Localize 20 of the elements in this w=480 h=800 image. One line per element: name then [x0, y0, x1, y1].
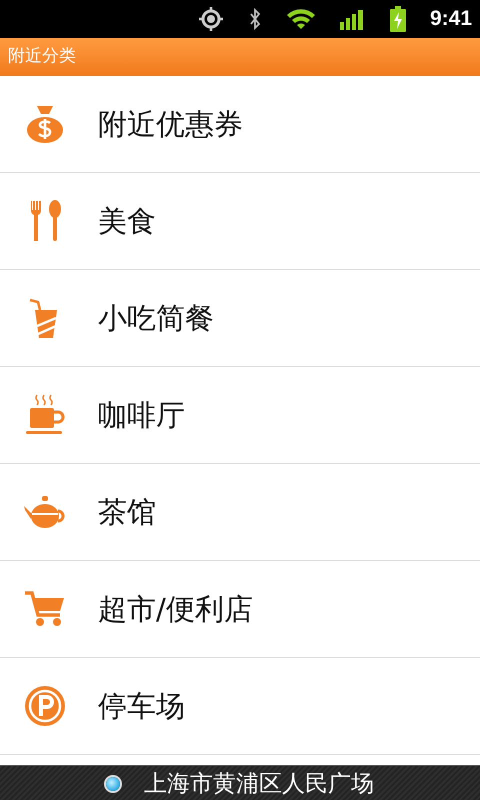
- category-item[interactable]: 停车场: [0, 658, 480, 755]
- category-item[interactable]: 美食: [0, 173, 480, 270]
- category-item[interactable]: 小吃简餐: [0, 270, 480, 367]
- category-item[interactable]: 茶馆: [0, 464, 480, 561]
- bluetooth-icon: [248, 7, 262, 31]
- signal-icon: [340, 8, 366, 30]
- category-item[interactable]: 超市/便利店: [0, 561, 480, 658]
- location-dot-icon: [106, 777, 120, 791]
- parking-icon: [24, 685, 66, 727]
- shopping-cart-icon: [23, 589, 67, 629]
- money-bag-icon: [25, 104, 65, 144]
- location-text: 上海市黄浦区人民广场: [144, 772, 374, 796]
- screen-title: 附近分类: [8, 45, 76, 68]
- battery-icon: [390, 6, 406, 32]
- category-item[interactable]: 咖啡厅: [0, 367, 480, 464]
- category-item[interactable]: 附近优惠券: [0, 76, 480, 173]
- coffee-cup-icon: [25, 393, 65, 437]
- wifi-icon: [286, 8, 316, 30]
- gps-icon: [198, 6, 224, 32]
- clock-time: 9:41: [430, 6, 472, 32]
